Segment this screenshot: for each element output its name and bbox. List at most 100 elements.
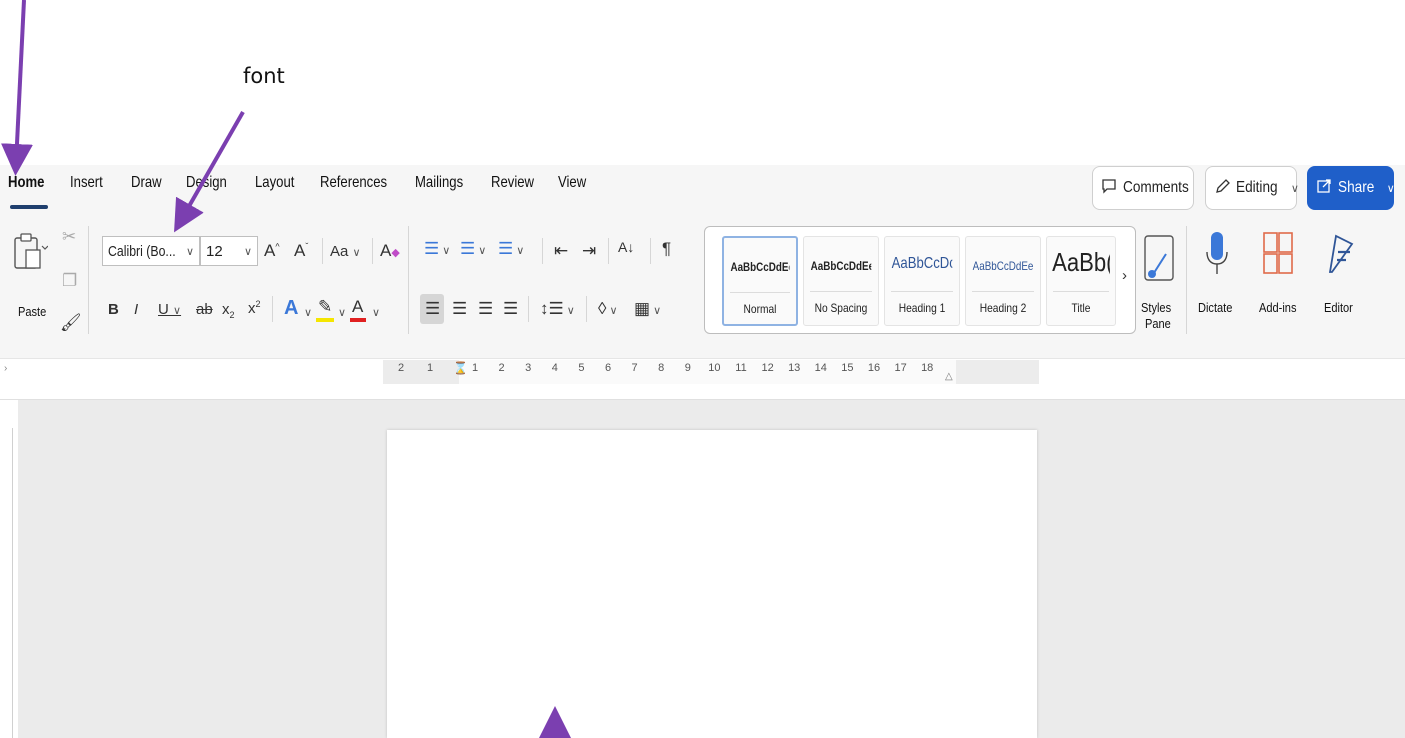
editor-button[interactable] [1326, 230, 1356, 285]
comments-label: Comments [1123, 179, 1189, 196]
styles-pane-label: Pane [1145, 316, 1171, 331]
ruler-number: 3 [525, 362, 532, 374]
format-painter-icon[interactable]: 🖌 [60, 314, 82, 331]
addins-button[interactable] [1263, 232, 1293, 281]
share-button[interactable]: Share ∨ [1307, 166, 1395, 210]
chevron-down-icon[interactable]: ∨ [244, 245, 252, 258]
clipboard-icon [14, 233, 49, 269]
align-center-icon[interactable]: ☰ [452, 300, 467, 317]
chevron-down-icon[interactable]: ∨ [338, 306, 346, 319]
paste-label: Paste [18, 304, 47, 319]
style-heading-2[interactable]: AaBbCcDdEe Heading 2 [965, 236, 1041, 326]
tab-design[interactable]: Design [186, 174, 227, 192]
bullets-icon[interactable]: ☰ ∨ [424, 240, 450, 257]
ruler-number: 14 [814, 362, 827, 374]
styles-pane-button[interactable] [1142, 232, 1176, 293]
tab-references[interactable]: References [320, 174, 387, 192]
change-case-button[interactable]: Aa ∨ [330, 244, 361, 259]
dictate-label: Dictate [1198, 300, 1233, 315]
microphone-icon [1206, 232, 1228, 274]
tab-home[interactable]: Home [8, 174, 44, 192]
tab-mailings[interactable]: Mailings [415, 174, 463, 192]
sort-icon[interactable]: A↓ [618, 240, 634, 254]
ruler-number: 8 [658, 362, 665, 374]
line-spacing-icon[interactable]: ↕☰ ∨ [540, 300, 575, 317]
group-separator [650, 238, 651, 264]
clear-formatting-icon[interactable]: A◆ [380, 242, 400, 259]
style-name: Normal [743, 302, 777, 316]
chevron-right-icon[interactable]: › [1122, 268, 1127, 283]
dictate-button[interactable] [1204, 230, 1230, 291]
copy-icon[interactable]: ❐ [62, 272, 77, 289]
chevron-down-icon[interactable]: ∨ [304, 306, 312, 319]
shading-icon[interactable]: ◊ ∨ [598, 300, 618, 317]
style-heading-1[interactable]: AaBbCcDc Heading 1 [884, 236, 960, 326]
chevron-right-icon[interactable]: › [4, 364, 7, 374]
group-separator [1186, 226, 1187, 334]
align-left-icon: ☰ [425, 299, 441, 318]
style-title[interactable]: AaBb( Title [1046, 236, 1116, 326]
style-sample: AaBbCcDdEe [730, 260, 790, 274]
borders-icon[interactable]: ▦ ∨ [634, 300, 661, 317]
subscript-icon[interactable]: x2 [222, 302, 235, 320]
ruler-number: 16 [867, 362, 881, 374]
style-divider [891, 291, 953, 292]
increase-indent-icon[interactable]: ⇥ [582, 242, 596, 259]
style-sample: AaBbCcDc [891, 255, 953, 272]
style-sample: AaBbCcDdEe [972, 259, 1034, 273]
editing-mode-button[interactable]: Editing ∨ [1205, 166, 1299, 210]
style-divider [810, 291, 872, 292]
chevron-down-icon[interactable]: ∨ [186, 245, 194, 258]
vertical-ruler [6, 428, 13, 738]
ruler-number: 17 [894, 362, 907, 374]
chevron-down-icon: ∨ [1386, 182, 1395, 195]
document-page[interactable] [387, 430, 1037, 738]
editor-pen-icon [1328, 234, 1354, 273]
tab-view[interactable]: View [558, 174, 586, 192]
cut-icon[interactable]: ✂ [62, 228, 76, 245]
numbering-icon[interactable]: ☰ ∨ [460, 240, 486, 257]
ruler-number: 2 [498, 362, 505, 374]
italic-icon[interactable]: I [134, 302, 138, 317]
strikethrough-icon[interactable]: ab [196, 302, 213, 317]
justify-icon[interactable]: ☰ [503, 300, 518, 317]
style-no-spacing[interactable]: AaBbCcDdEe No Spacing [803, 236, 879, 326]
group-separator [372, 238, 373, 264]
group-separator [272, 296, 273, 322]
style-sample: AaBbCcDdEe [810, 259, 872, 273]
ruler-number: 2 [397, 362, 405, 374]
styles-pane-label: Styles [1141, 300, 1172, 315]
shrink-font-icon[interactable]: Aˇ [294, 242, 308, 259]
comments-button[interactable]: Comments [1092, 166, 1194, 210]
ruler-number: 12 [761, 362, 774, 374]
superscript-icon[interactable]: x2 [248, 300, 261, 317]
decrease-indent-icon[interactable]: ⇤ [554, 242, 568, 259]
highlight-color-swatch [316, 318, 334, 322]
align-right-icon[interactable]: ☰ [478, 300, 493, 317]
show-formatting-marks-icon[interactable]: ¶ [662, 240, 671, 257]
chevron-down-icon[interactable]: ∨ [372, 306, 380, 319]
text-effects-icon[interactable]: A [284, 298, 298, 318]
multilevel-list-icon[interactable]: ☰ ∨ [498, 240, 524, 257]
active-tab-indicator [10, 205, 48, 209]
tab-insert[interactable]: Insert [70, 174, 103, 192]
ruler-number: 1 [471, 362, 479, 374]
ruler-number: 13 [788, 362, 801, 374]
font-color-swatch [350, 318, 366, 322]
right-indent-marker[interactable]: △ [945, 372, 953, 382]
styles-pane-icon [1144, 235, 1174, 281]
underline-icon[interactable]: U ∨ [158, 302, 181, 317]
bold-icon[interactable]: B [108, 302, 119, 317]
tab-draw[interactable]: Draw [131, 174, 162, 192]
font-color-icon[interactable]: A [352, 298, 363, 315]
paste-button[interactable] [12, 228, 49, 289]
tab-review[interactable]: Review [491, 174, 534, 192]
addins-grid-icon [1263, 232, 1293, 274]
highlight-icon[interactable]: ✎ [318, 298, 332, 315]
first-line-indent-marker[interactable]: ⌛ [453, 362, 468, 374]
ruler-number: 18 [921, 362, 934, 374]
tab-layout[interactable]: Layout [255, 174, 294, 192]
grow-font-icon[interactable]: A^ [264, 242, 280, 259]
style-normal[interactable]: AaBbCcDdEe Normal [722, 236, 798, 326]
font-family-value: Calibri (Bo... [108, 242, 176, 260]
